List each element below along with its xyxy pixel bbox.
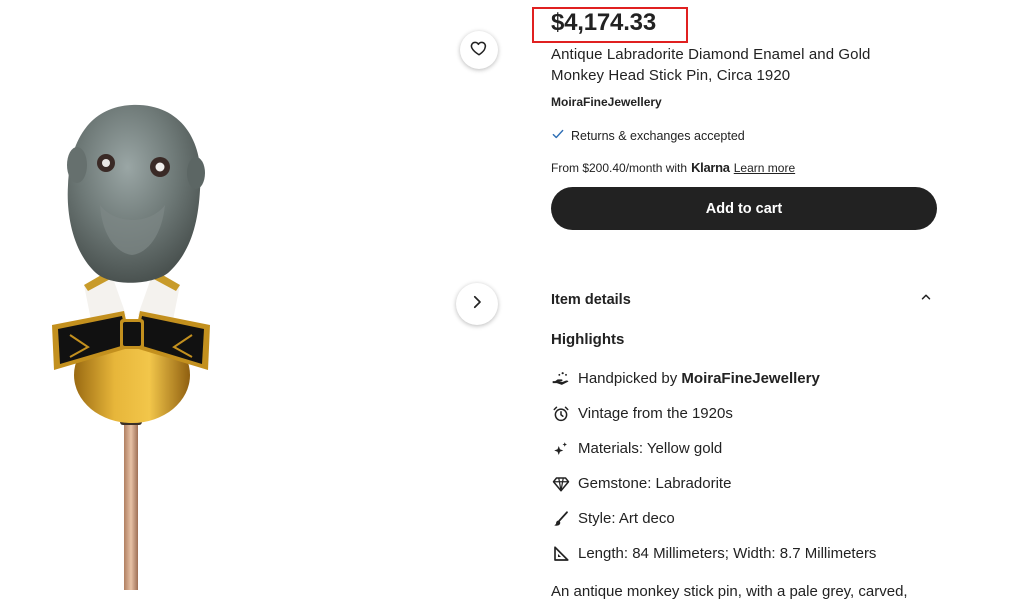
check-icon bbox=[551, 127, 565, 144]
shop-name-link[interactable]: MoiraFineJewellery bbox=[551, 95, 936, 109]
klarna-financing: From $200.40/month with Klarna Learn mor… bbox=[551, 160, 936, 175]
highlight-style: Style: Art deco bbox=[551, 501, 936, 536]
price: $4,174.33 bbox=[551, 9, 656, 36]
listing-title-line-2: Monkey Head Stick Pin, Circa 1920 bbox=[551, 67, 791, 84]
listing-title: Antique Labradorite Diamond Enamel and G… bbox=[551, 44, 936, 86]
handpicked-label: Handpicked by bbox=[578, 370, 678, 387]
dimensions-text: Length: 84 Millimeters; Width: 8.7 Milli… bbox=[578, 545, 877, 562]
highlight-materials: Materials: Yellow gold bbox=[551, 431, 936, 466]
handpicked-shop[interactable]: MoiraFineJewellery bbox=[681, 370, 819, 387]
vintage-text: Vintage from the 1920s bbox=[578, 405, 733, 422]
ruler-icon bbox=[551, 544, 571, 564]
product-image bbox=[40, 85, 260, 590]
next-image-button[interactable] bbox=[456, 283, 498, 325]
add-to-cart-button[interactable]: Add to cart bbox=[551, 187, 937, 230]
highlight-dimensions: Length: 84 Millimeters; Width: 8.7 Milli… bbox=[551, 536, 936, 571]
learn-more-link[interactable]: Learn more bbox=[734, 161, 795, 175]
listing-title-line-1: Antique Labradorite Diamond Enamel and G… bbox=[551, 46, 871, 63]
chevron-right-icon bbox=[468, 293, 486, 316]
hand-icon bbox=[551, 369, 571, 389]
highlight-gemstone: Gemstone: Labradorite bbox=[551, 466, 936, 501]
alarm-clock-icon bbox=[551, 404, 571, 424]
highlight-handpicked: Handpicked by MoiraFineJewellery bbox=[551, 361, 936, 396]
klarna-logo: Klarna bbox=[691, 160, 730, 175]
highlight-vintage: Vintage from the 1920s bbox=[551, 396, 936, 431]
gem-icon bbox=[551, 474, 571, 494]
materials-text: Materials: Yellow gold bbox=[578, 440, 723, 457]
sparkle-icon bbox=[551, 439, 571, 459]
returns-policy: Returns & exchanges accepted bbox=[551, 127, 936, 144]
item-details-toggle[interactable]: Item details bbox=[551, 290, 933, 309]
brush-icon bbox=[551, 509, 571, 529]
favorite-button[interactable] bbox=[460, 31, 498, 69]
klarna-text: From $200.40/month with bbox=[551, 160, 688, 175]
item-details-heading: Item details bbox=[551, 291, 631, 308]
item-description: An antique monkey stick pin, with a pale… bbox=[551, 583, 908, 599]
style-text: Style: Art deco bbox=[578, 510, 675, 527]
highlights-list: Handpicked by MoiraFineJewellery Vintage… bbox=[551, 361, 936, 571]
chevron-up-icon bbox=[919, 290, 933, 309]
heart-icon bbox=[470, 39, 488, 62]
returns-text: Returns & exchanges accepted bbox=[571, 128, 745, 143]
highlights-heading: Highlights bbox=[551, 331, 625, 348]
gemstone-text: Gemstone: Labradorite bbox=[578, 475, 732, 492]
